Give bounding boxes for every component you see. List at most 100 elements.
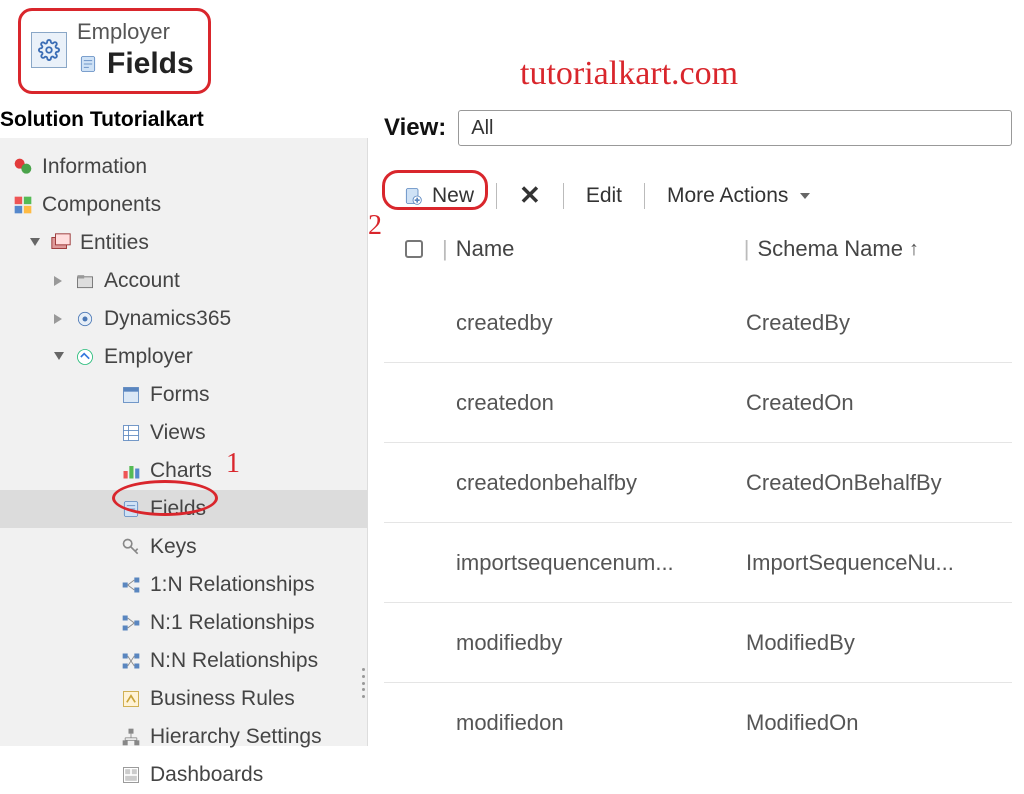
table-row[interactable]: modifiedby ModifiedBy bbox=[384, 603, 1012, 683]
toolbar-separator bbox=[563, 183, 564, 209]
tree-dynamics365[interactable]: Dynamics365 bbox=[0, 300, 367, 338]
annotation-2: 2 bbox=[368, 210, 382, 242]
relationship-n1-icon bbox=[120, 612, 142, 634]
entity-icon bbox=[74, 346, 96, 368]
keys-icon bbox=[120, 536, 142, 558]
tree-label: Fields bbox=[150, 497, 206, 521]
gear-card-icon bbox=[31, 32, 67, 68]
tree-fields[interactable]: Fields bbox=[0, 490, 367, 528]
tree-n1[interactable]: N:1 Relationships bbox=[0, 604, 367, 642]
document-icon bbox=[77, 53, 99, 75]
new-button[interactable]: New bbox=[392, 180, 484, 212]
tree-dashboards[interactable]: Dashboards bbox=[0, 756, 367, 794]
column-separator: | bbox=[442, 236, 448, 262]
tree-nn[interactable]: N:N Relationships bbox=[0, 642, 367, 680]
components-icon bbox=[12, 194, 34, 216]
chevron-right-icon bbox=[52, 274, 66, 288]
edit-button[interactable]: Edit bbox=[576, 180, 632, 212]
tree-label: Business Rules bbox=[150, 687, 295, 711]
header-section: Fields bbox=[107, 47, 194, 81]
annotation-1: 1 bbox=[226, 448, 240, 480]
cell-name: modifiedon bbox=[456, 710, 746, 736]
tree-keys[interactable]: Keys bbox=[0, 528, 367, 566]
tree-hierarchy[interactable]: Hierarchy Settings bbox=[0, 718, 367, 756]
column-schema-label: Schema Name bbox=[757, 236, 903, 262]
cell-name: modifiedby bbox=[456, 630, 746, 656]
rules-icon bbox=[120, 688, 142, 710]
table-row[interactable]: modifiedon ModifiedOn bbox=[384, 683, 1012, 763]
table-row[interactable]: importsequencenum... ImportSequenceNu... bbox=[384, 523, 1012, 603]
forms-icon bbox=[120, 384, 142, 406]
view-label: View: bbox=[384, 114, 446, 142]
cell-name: createdby bbox=[456, 310, 746, 336]
tree-label: Information bbox=[42, 155, 147, 179]
relationship-1n-icon bbox=[120, 574, 142, 596]
more-label: More Actions bbox=[667, 184, 788, 208]
table-row[interactable]: createdonbehalfby CreatedOnBehalfBy bbox=[384, 443, 1012, 523]
more-actions-button[interactable]: More Actions bbox=[657, 180, 820, 212]
header-entity: Employer bbox=[77, 19, 194, 45]
tree-label: Hierarchy Settings bbox=[150, 725, 322, 749]
document-icon bbox=[120, 498, 142, 520]
tree-label: Views bbox=[150, 421, 206, 445]
header-highlight: Employer Fields bbox=[18, 8, 211, 94]
cell-name: importsequencenum... bbox=[456, 550, 746, 576]
tree-charts[interactable]: Charts bbox=[0, 452, 367, 490]
tree-forms[interactable]: Forms bbox=[0, 376, 367, 414]
tree-1n[interactable]: 1:N Relationships bbox=[0, 566, 367, 604]
charts-icon bbox=[120, 460, 142, 482]
cell-name: createdon bbox=[456, 390, 746, 416]
view-select[interactable]: All bbox=[458, 110, 1012, 146]
tree-label: Entities bbox=[80, 231, 149, 255]
folder-icon bbox=[74, 270, 96, 292]
tree-entities[interactable]: Entities bbox=[0, 224, 367, 262]
new-icon bbox=[402, 185, 424, 207]
tree-label: Account bbox=[104, 269, 180, 293]
table-body: createdby CreatedBy createdon CreatedOn … bbox=[384, 283, 1012, 763]
tree-label: Dashboards bbox=[150, 763, 263, 787]
tree-business-rules[interactable]: Business Rules bbox=[0, 680, 367, 718]
delete-icon: ✕ bbox=[519, 180, 541, 211]
select-all-checkbox[interactable] bbox=[405, 240, 423, 258]
delete-button[interactable]: ✕ bbox=[509, 176, 551, 215]
column-name-header[interactable]: Name bbox=[456, 236, 736, 262]
sidebar: Solution Tutorialkart Information Compon… bbox=[0, 108, 368, 746]
chevron-down-icon bbox=[52, 350, 66, 364]
table-header: | Name | Schema Name ↑ bbox=[384, 229, 1012, 269]
column-name-label: Name bbox=[456, 236, 515, 261]
column-separator: | bbox=[744, 236, 750, 262]
edit-label: Edit bbox=[586, 184, 622, 208]
info-icon bbox=[12, 156, 34, 178]
table-row[interactable]: createdon CreatedOn bbox=[384, 363, 1012, 443]
cell-schema: ModifiedBy bbox=[746, 630, 1012, 656]
chevron-down-icon bbox=[28, 236, 42, 250]
table-row[interactable]: createdby CreatedBy bbox=[384, 283, 1012, 363]
entities-icon bbox=[50, 232, 72, 254]
dashboards-icon bbox=[120, 764, 142, 786]
nav-tree: Information Components Entities Account … bbox=[0, 108, 367, 794]
cell-schema: CreatedOn bbox=[746, 390, 1012, 416]
toolbar: New ✕ Edit More Actions 2 bbox=[384, 176, 1012, 215]
new-label: New bbox=[432, 184, 474, 208]
cell-name: createdonbehalfby bbox=[456, 470, 746, 496]
tree-label: Components bbox=[42, 193, 161, 217]
watermark-text: tutorialkart.com bbox=[520, 55, 738, 93]
tree-employer[interactable]: Employer bbox=[0, 338, 367, 376]
tree-label: Forms bbox=[150, 383, 210, 407]
tree-label: Employer bbox=[104, 345, 193, 369]
tree-account[interactable]: Account bbox=[0, 262, 367, 300]
cell-schema: ImportSequenceNu... bbox=[746, 550, 1012, 576]
solution-label: Solution Tutorialkart bbox=[0, 106, 380, 138]
chevron-right-icon bbox=[52, 312, 66, 326]
resize-grip[interactable] bbox=[362, 668, 372, 698]
tree-label: Keys bbox=[150, 535, 197, 559]
column-schema-header[interactable]: Schema Name ↑ bbox=[757, 236, 1012, 262]
tree-views[interactable]: Views bbox=[0, 414, 367, 452]
toolbar-separator bbox=[496, 183, 497, 209]
tree-components[interactable]: Components bbox=[0, 186, 367, 224]
tree-information[interactable]: Information bbox=[0, 148, 367, 186]
relationship-nn-icon bbox=[120, 650, 142, 672]
gear-icon bbox=[74, 308, 96, 330]
cell-schema: ModifiedOn bbox=[746, 710, 1012, 736]
cell-schema: CreatedOnBehalfBy bbox=[746, 470, 1012, 496]
